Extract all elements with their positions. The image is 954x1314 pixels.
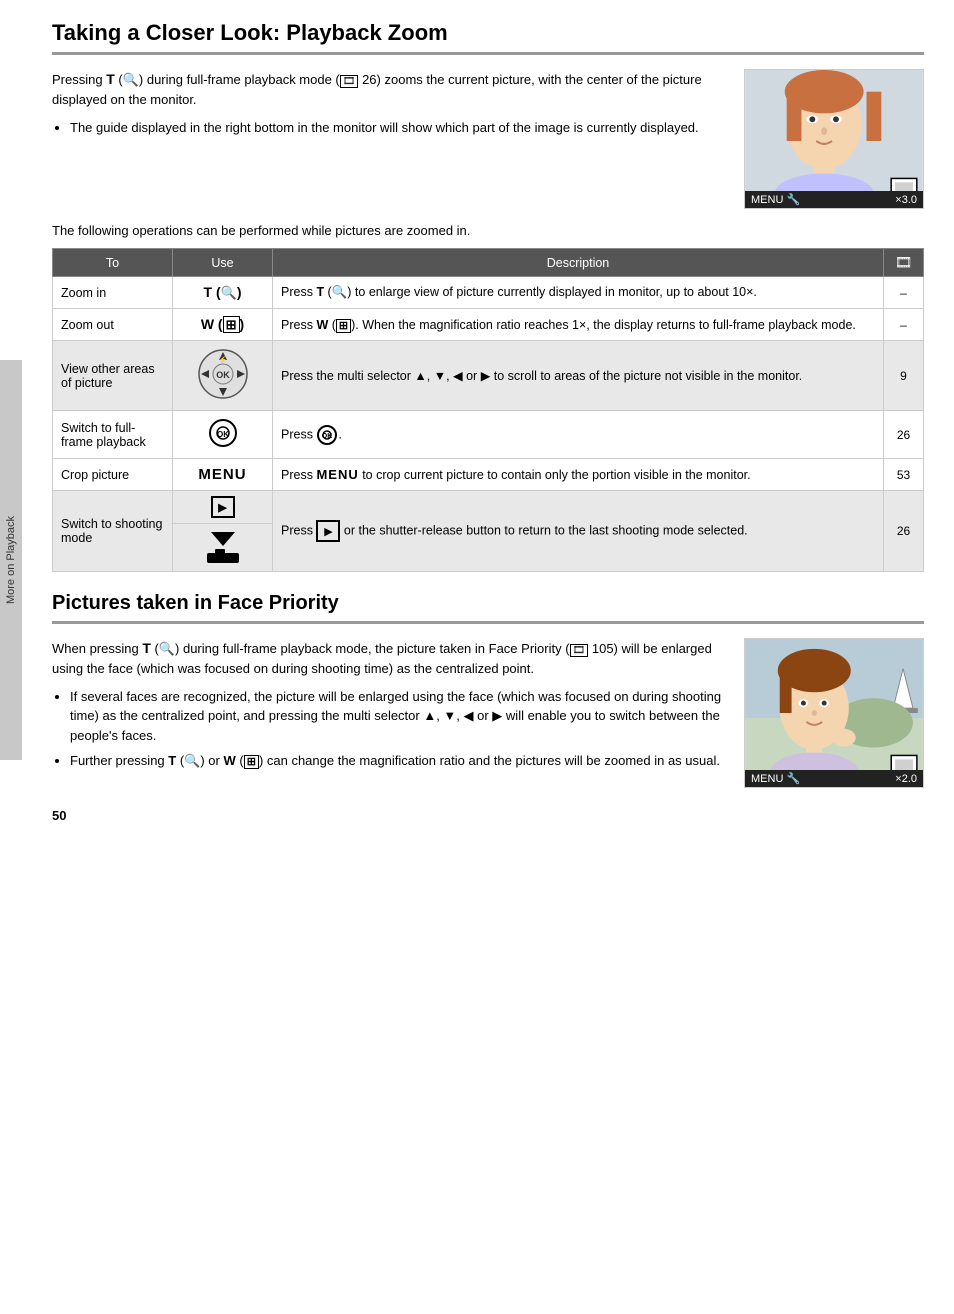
table-row-shoot: Switch to shooting mode ▶ Press ▶ or the…	[53, 491, 924, 524]
w-key: W	[201, 316, 214, 332]
menu-key: MENU	[198, 466, 246, 483]
zoom-out-use: W (⊞)	[173, 309, 273, 341]
section2-bullet1: If several faces are recognized, the pic…	[70, 687, 724, 746]
th-ref: 🎞	[884, 249, 924, 277]
section2-para1: When pressing T (🔍) during full-frame pl…	[52, 638, 724, 679]
th-to: To	[53, 249, 173, 277]
view-other-to: View other areas of picture	[53, 341, 173, 411]
table-row: Zoom out W (⊞) Press W (⊞). When the mag…	[53, 309, 924, 341]
camera-image-bar2: MENU 🔧 ×2.0	[745, 770, 923, 787]
fullframe-desc: Press OK .	[273, 411, 884, 459]
menu-inline: MENU	[316, 467, 358, 482]
table-row: Crop picture MENU Press MENU to crop cur…	[53, 459, 924, 491]
intro-list: The guide displayed in the right bottom …	[70, 118, 724, 138]
menu-label2: MENU 🔧	[751, 772, 800, 785]
camera-body-icon	[207, 549, 239, 563]
q-s: 🔍	[332, 285, 348, 299]
zoom-in-desc: Press T (🔍) to enlarge view of picture c…	[273, 277, 884, 309]
section2-bullet2: Further pressing T (🔍) or W (⊞) can chan…	[70, 751, 724, 771]
section1-title: Taking a Closer Look: Playback Zoom	[52, 20, 448, 45]
ref-book-icon: 🎞	[895, 254, 913, 270]
shoot-use-bottom	[173, 524, 273, 572]
multi-selector-icon: OK ⚡	[197, 348, 249, 400]
grid-icon3: ⊞	[244, 755, 259, 769]
q-sym2: 🔍	[159, 641, 175, 656]
sidebar-label: More on Playback	[5, 516, 17, 604]
ok-inline-icon: OK	[316, 424, 338, 446]
view-other-use: OK ⚡	[173, 341, 273, 411]
zoom-in-use: T (🔍)	[173, 277, 273, 309]
crop-to: Crop picture	[53, 459, 173, 491]
arrow-down-icon	[211, 532, 235, 546]
fullframe-use: OK	[173, 411, 273, 459]
intro-para1: Pressing T (🔍) during full-frame playbac…	[52, 69, 724, 110]
fullframe-to: Switch to full-frame playback	[53, 411, 173, 459]
svg-text:OK: OK	[322, 433, 333, 440]
operations-note: The following operations can be performe…	[52, 223, 924, 238]
crop-use: MENU	[173, 459, 273, 491]
bottom-block: When pressing T (🔍) during full-frame pl…	[52, 638, 924, 788]
svg-text:⚡: ⚡	[218, 355, 227, 364]
bottom-text: When pressing T (🔍) during full-frame pl…	[52, 638, 724, 788]
q-sym3: 🔍	[184, 753, 200, 768]
intro-text: Pressing T (🔍) during full-frame playbac…	[52, 69, 724, 209]
svg-text:OK: OK	[217, 430, 229, 439]
play-inline-icon: ▶	[316, 520, 340, 542]
shoot-to: Switch to shooting mode	[53, 491, 173, 572]
camera-preview-svg2	[744, 639, 924, 787]
shoot-use-top: ▶	[173, 491, 273, 524]
shutter-icon	[207, 532, 239, 563]
zoom-level: ×3.0	[895, 194, 917, 206]
zoom-in-ref: –	[884, 277, 924, 309]
section2-title: Pictures taken in Face Priority	[52, 592, 339, 614]
page-number: 50	[52, 808, 924, 823]
t-bold: T	[316, 285, 324, 299]
crop-ref: 53	[884, 459, 924, 491]
ref-icon2: 🎞	[570, 644, 589, 657]
grid-icon: ⊞	[223, 316, 240, 333]
t-key: T	[106, 71, 115, 87]
section1-header: Taking a Closer Look: Playback Zoom	[52, 20, 924, 55]
view-other-desc: Press the multi selector ▲, ▼, ◀ or ▶ to…	[273, 341, 884, 411]
svg-text:OK: OK	[216, 370, 230, 380]
camera-image-bar: MENU 🔧 ×3.0	[745, 191, 923, 208]
q-mag: 🔍	[221, 285, 237, 300]
table-row: View other areas of picture OK	[53, 341, 924, 411]
zoom-out-desc: Press W (⊞). When the magnification rati…	[273, 309, 884, 341]
ok-button-icon: OK	[208, 418, 238, 448]
view-other-ref: 9	[884, 341, 924, 411]
t-key-zoom: T	[204, 284, 213, 300]
zoom-table: To Use Description 🎞 Zoom in T (🔍) Press…	[52, 248, 924, 572]
table-row: Zoom in T (🔍) Press T (🔍) to enlarge vie…	[53, 277, 924, 309]
menu-label: MENU 🔧	[751, 193, 800, 206]
ref-icon: 🎞	[340, 75, 359, 88]
camera-preview-svg	[745, 70, 923, 208]
section2-list: If several faces are recognized, the pic…	[70, 687, 724, 771]
intro-bullet1: The guide displayed in the right bottom …	[70, 118, 724, 138]
section2-header: Pictures taken in Face Priority	[52, 592, 924, 624]
fullframe-ref: 26	[884, 411, 924, 459]
zoom-level2: ×2.0	[895, 773, 917, 785]
zoom-out-to: Zoom out	[53, 309, 173, 341]
table-row: Switch to full-frame playback OK Press O…	[53, 411, 924, 459]
camera-preview-1: MENU 🔧 ×3.0	[744, 69, 924, 209]
shoot-ref: 26	[884, 491, 924, 572]
sidebar: More on Playback	[0, 360, 22, 760]
main-content: Taking a Closer Look: Playback Zoom Pres…	[22, 0, 954, 843]
q-symbol: 🔍	[123, 72, 139, 87]
crop-desc: Press MENU to crop current picture to co…	[273, 459, 884, 491]
intro-block: Pressing T (🔍) during full-frame playbac…	[52, 69, 924, 209]
shoot-desc: Press ▶ or the shutter-release button to…	[273, 491, 884, 572]
t-bold2: T	[168, 753, 176, 768]
camera-preview-2: MENU 🔧 ×2.0	[744, 638, 924, 788]
play-icon: ▶	[211, 496, 235, 518]
zoom-in-to: Zoom in	[53, 277, 173, 309]
grid-icon2: ⊞	[336, 319, 351, 333]
th-desc: Description	[273, 249, 884, 277]
zoom-out-ref: –	[884, 309, 924, 341]
th-use: Use	[173, 249, 273, 277]
t-key2: T	[142, 640, 151, 656]
w-bold: W	[316, 318, 328, 332]
w-bold2: W	[223, 753, 235, 768]
